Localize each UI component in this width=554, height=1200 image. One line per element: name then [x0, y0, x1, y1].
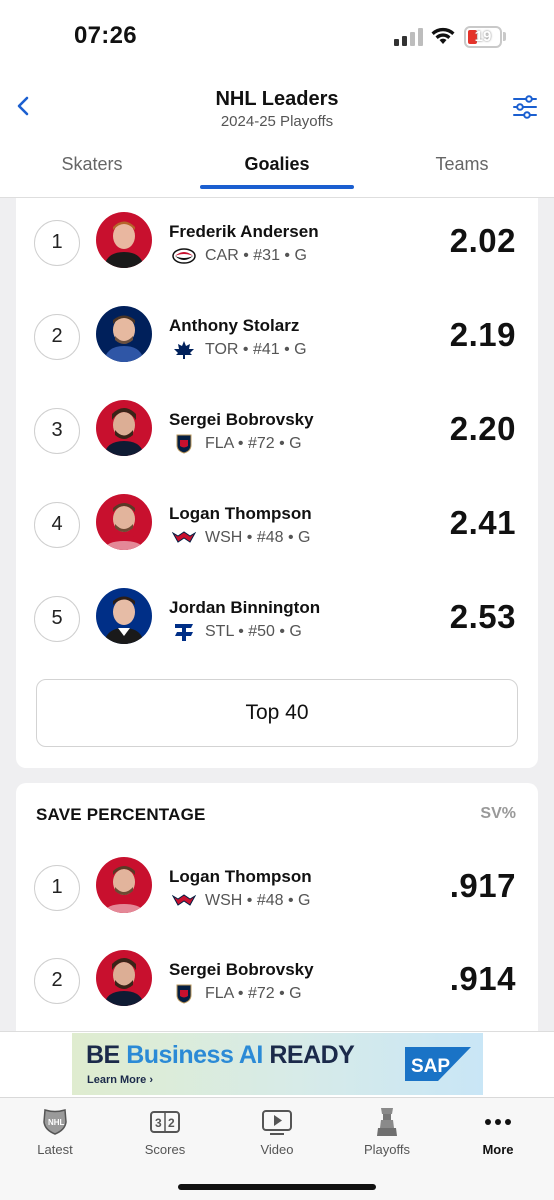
leader-row[interactable]: 1 Frederik Andersen CAR • #31 • G 2.02 [16, 198, 538, 288]
home-indicator [178, 1184, 376, 1190]
svg-text:3: 3 [155, 1116, 162, 1130]
player-avatar [96, 306, 152, 362]
player-name: Logan Thompson [169, 867, 312, 886]
player-name: Sergei Bobrovsky [169, 410, 314, 429]
player-avatar [96, 950, 152, 1006]
leader-row[interactable]: 5 Jordan Binnington STL • #50 • G 2.53 [16, 574, 538, 664]
status-time: 07:26 [74, 22, 137, 49]
player-name: Logan Thompson [169, 504, 312, 523]
stat-value: 2.02 [449, 222, 516, 259]
player-name: Frederik Andersen [169, 222, 319, 241]
section-title: SAVE PERCENTAGE [36, 805, 206, 824]
tab-skaters[interactable]: Skaters [30, 154, 154, 175]
save-percentage-card: SAVE PERCENTAGE SV% 1 Logan Thompson WSH… [16, 783, 538, 1043]
video-play-icon [262, 1110, 292, 1135]
leader-row[interactable]: 2 Anthony Stolarz TOR • #41 • G 2.19 [16, 292, 538, 382]
player-avatar [96, 212, 152, 268]
scoreboard-icon: 32 [150, 1111, 180, 1133]
rank-badge: 1 [34, 865, 80, 911]
player-meta: FLA • #72 • G [205, 985, 302, 1002]
page-title: NHL Leaders [215, 88, 339, 110]
player-meta: WSH • #48 • G [205, 892, 311, 909]
tab-goalies[interactable]: Goalies [200, 154, 354, 175]
rank-badge: 3 [34, 408, 80, 454]
blues-logo-icon [175, 624, 193, 641]
tabbar-latest-label: Latest [37, 1142, 73, 1157]
panthers-logo-icon [176, 434, 192, 454]
tabbar-more[interactable]: More [453, 1108, 543, 1157]
tabbar-playoffs[interactable]: Playoffs [342, 1108, 432, 1157]
player-meta: CAR • #31 • G [205, 247, 307, 264]
svg-text:2: 2 [168, 1116, 175, 1130]
filter-settings-button[interactable] [512, 94, 538, 120]
player-name: Sergei Bobrovsky [169, 960, 314, 979]
stat-value: 2.41 [449, 504, 516, 541]
sap-ad-banner[interactable]: BE Business AI READY Learn More › SAP [72, 1033, 483, 1095]
player-meta: FLA • #72 • G [205, 435, 302, 452]
maple-leafs-logo-icon [174, 341, 194, 359]
ad-headline: BE Business AI READY [86, 1041, 355, 1069]
rank-badge: 2 [34, 958, 80, 1004]
player-avatar [96, 588, 152, 644]
rank-badge: 4 [34, 502, 80, 548]
more-dots-icon [485, 1119, 511, 1125]
battery-level: 19 [474, 28, 492, 45]
player-meta: WSH • #48 • G [205, 529, 311, 546]
battery-icon: 19 [464, 26, 502, 48]
player-meta: TOR • #41 • G [205, 341, 307, 358]
stanley-cup-icon [377, 1108, 397, 1136]
tabbar-playoffs-label: Playoffs [363, 1142, 410, 1157]
stat-column-label: SV% [480, 805, 516, 822]
svg-text:NHL: NHL [48, 1118, 65, 1127]
tabbar-more-label: More [482, 1142, 514, 1157]
tabbar-scores[interactable]: 32 Scores [120, 1108, 210, 1157]
cellular-signal-icon [394, 28, 423, 46]
status-bar: 07:26 19 [0, 0, 554, 70]
leader-row[interactable]: 1 Logan Thompson WSH • #48 • G .917 [16, 843, 538, 933]
player-avatar [96, 857, 152, 913]
player-avatar [96, 494, 152, 550]
tab-teams[interactable]: Teams [400, 154, 524, 175]
player-meta: STL • #50 • G [205, 623, 302, 640]
nhl-shield-icon: NHL [43, 1109, 67, 1135]
top-40-button[interactable]: Top 40 [36, 679, 518, 747]
stat-value: 2.19 [449, 316, 516, 353]
player-avatar [96, 400, 152, 456]
panthers-logo-icon [176, 984, 192, 1004]
rank-badge: 2 [34, 314, 80, 360]
leader-row[interactable]: 4 Logan Thompson WSH • #48 • G 2.41 [16, 480, 538, 570]
tabbar-latest[interactable]: NHL Latest [10, 1108, 100, 1157]
tabbar-scores-label: Scores [144, 1142, 186, 1157]
goals-against-average-card: 1 Frederik Andersen CAR • #31 • G 2.02 2… [16, 198, 538, 768]
stat-value: 2.20 [449, 410, 516, 447]
stat-value: .917 [449, 867, 516, 904]
wifi-icon [431, 27, 455, 44]
page-subtitle: 2024-25 Playoffs [220, 113, 334, 130]
player-name: Anthony Stolarz [169, 316, 300, 335]
active-tab-indicator [200, 185, 354, 189]
nav-header: NHL Leaders 2024-25 Playoffs Skaters Goa… [0, 70, 554, 198]
hurricanes-logo-icon [172, 248, 196, 264]
leader-row[interactable]: 2 Sergei Bobrovsky FLA • #72 • G .914 [16, 936, 538, 1026]
sap-logo: SAP [405, 1047, 471, 1081]
svg-text:SAP: SAP [411, 1056, 450, 1077]
stat-value: 2.53 [449, 598, 516, 635]
tabbar-video[interactable]: Video [232, 1108, 322, 1157]
capitals-logo-icon [172, 531, 196, 543]
rank-badge: 1 [34, 220, 80, 266]
stat-value: .914 [449, 960, 516, 997]
capitals-logo-icon [172, 894, 196, 906]
player-name: Jordan Binnington [169, 598, 321, 617]
rank-badge: 5 [34, 596, 80, 642]
ad-learn-more[interactable]: Learn More › [87, 1074, 153, 1086]
tabbar-video-label: Video [260, 1142, 294, 1157]
leader-row[interactable]: 3 Sergei Bobrovsky FLA • #72 • G 2.20 [16, 386, 538, 476]
